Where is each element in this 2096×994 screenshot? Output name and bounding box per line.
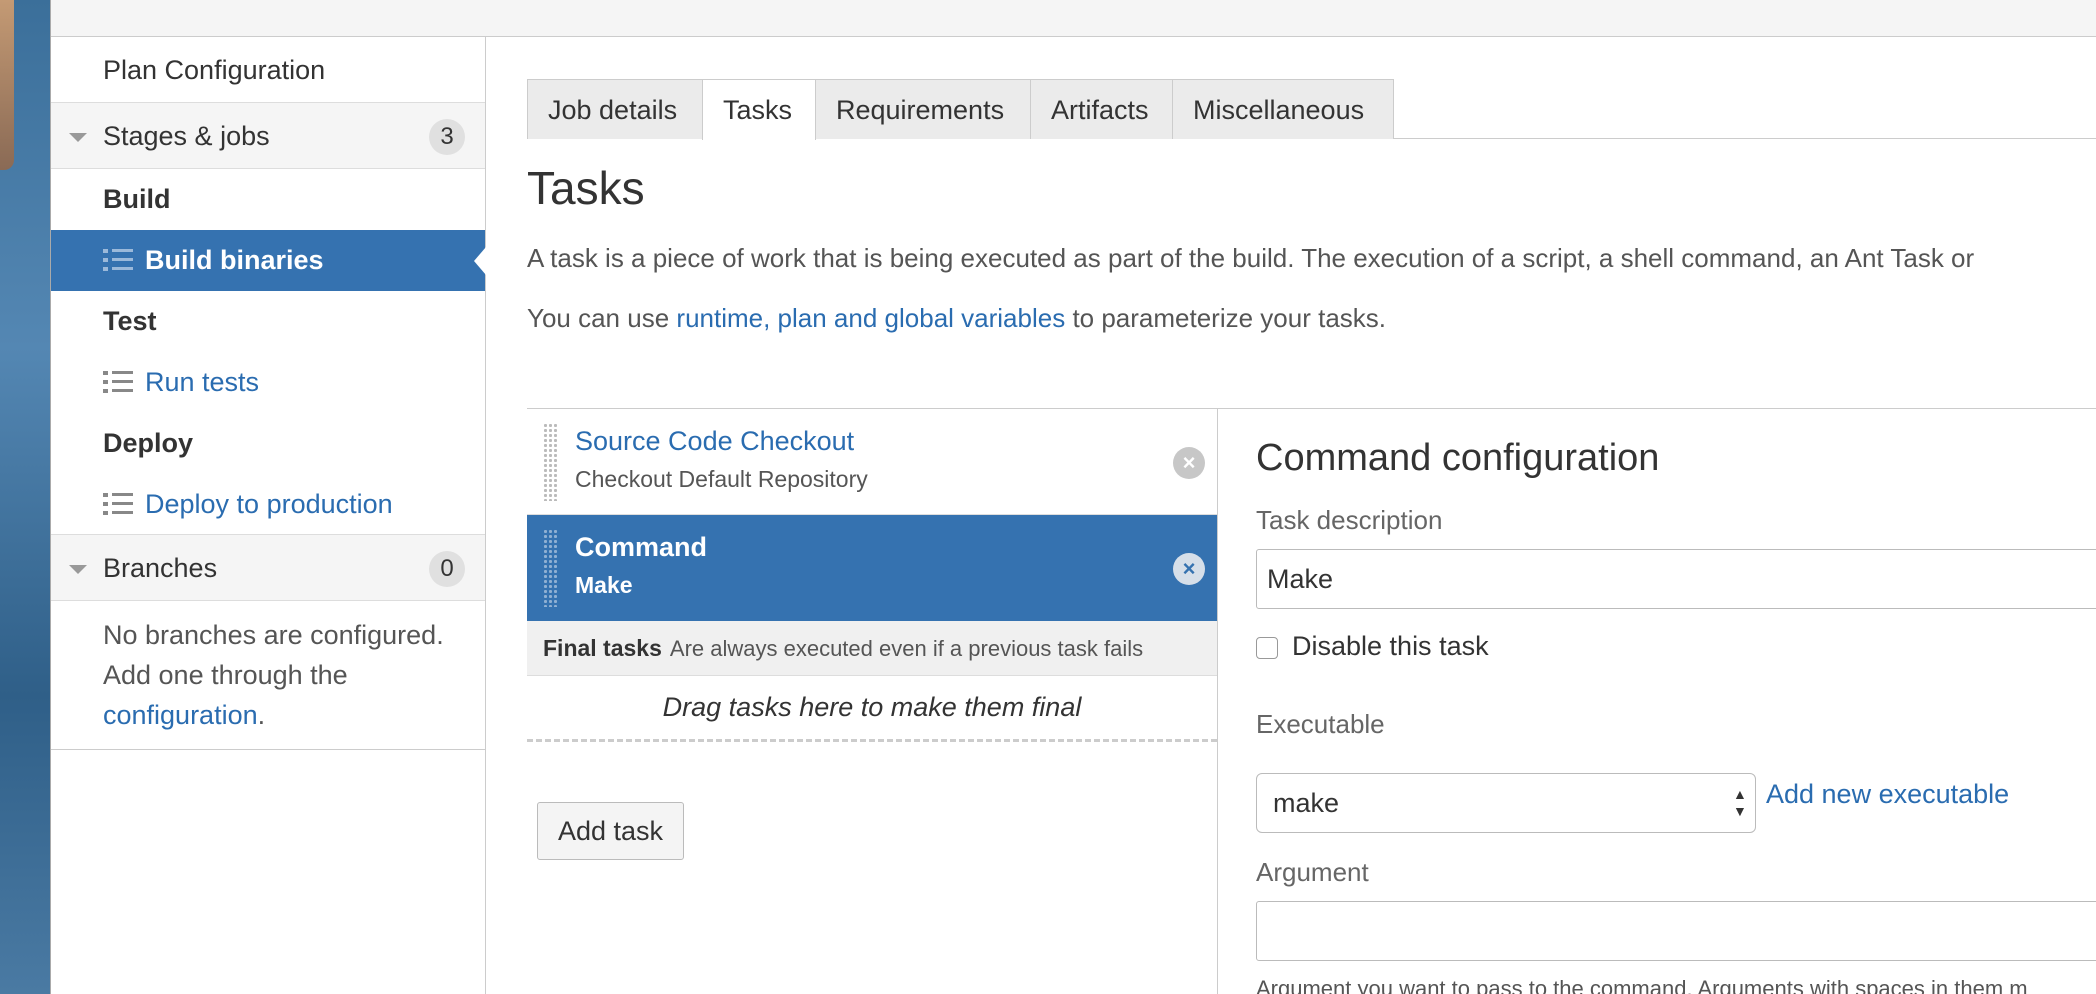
page-description: A task is a piece of work that is being … (527, 243, 1975, 273)
stages-count-badge: 3 (429, 119, 465, 155)
disable-task-checkbox[interactable] (1256, 636, 1278, 659)
task-item-command[interactable]: Command Make × (527, 515, 1217, 621)
plan-configuration-link[interactable]: Plan Configuration (51, 37, 485, 103)
job-list-icon (103, 371, 133, 393)
argument-label: Argument (1256, 857, 1369, 887)
final-tasks-drop-zone[interactable]: Drag tasks here to make them final (527, 676, 1217, 742)
command-configuration-panel: Command configuration Task description D… (1217, 408, 2096, 994)
branches-label: Branches (103, 553, 218, 583)
stage-deploy[interactable]: Deploy (51, 413, 485, 474)
task-list: Source Code Checkout Checkout Default Re… (527, 408, 1217, 994)
stage-build[interactable]: Build (51, 169, 485, 230)
remove-task-icon[interactable]: × (1173, 553, 1205, 585)
variables-link[interactable]: runtime, plan and global variables (676, 303, 1065, 333)
page-title: Tasks (527, 162, 645, 214)
variables-hint-prefix: You can use (527, 303, 670, 333)
sidebar: Plan Configuration Stages & jobs 3 Build… (51, 37, 486, 994)
select-arrows-icon: ▲ ▼ (1733, 786, 1747, 819)
task-subtitle: Make (575, 572, 633, 598)
job-label: Deploy to production (145, 489, 393, 519)
browser-window: Plan Configuration Stages & jobs 3 Build… (50, 0, 2096, 994)
task-description-label: Task description (1256, 505, 1443, 535)
job-list-icon (103, 493, 133, 515)
tab-job-details[interactable]: Job details (527, 79, 703, 139)
add-new-executable-link[interactable]: Add new executable (1766, 779, 2009, 810)
branches-note-text: No branches are configured. Add one thro… (103, 620, 444, 690)
caret-down-icon (69, 565, 87, 574)
main-content: Job details Tasks Requirements Artifacts… (487, 37, 2096, 994)
configuration-link[interactable]: configuration (103, 700, 258, 730)
job-build-binaries[interactable]: Build binaries (51, 230, 486, 291)
config-title: Command configuration (1256, 437, 1660, 479)
executable-value: make (1273, 788, 1340, 818)
stage-test[interactable]: Test (51, 291, 485, 352)
task-description-input[interactable] (1256, 549, 2096, 609)
disable-task-label: Disable this task (1292, 631, 1489, 661)
variables-hint-suffix: to parameterize your tasks. (1072, 303, 1387, 333)
drag-handle-icon[interactable] (543, 423, 557, 501)
disable-task-row[interactable]: Disable this task (1256, 631, 1489, 662)
task-title[interactable]: Source Code Checkout (575, 423, 1217, 459)
tab-tasks[interactable]: Tasks (702, 79, 816, 140)
executable-select[interactable]: make ▲ ▼ (1256, 773, 1756, 833)
desktop-background (0, 0, 50, 994)
tab-bar: Job details Tasks Requirements Artifacts… (527, 79, 2096, 140)
executable-label: Executable (1256, 709, 1385, 739)
argument-help-text: Argument you want to pass to the command… (1256, 976, 2028, 994)
variables-hint: You can use runtime, plan and global var… (527, 303, 1386, 334)
branches-section[interactable]: Branches 0 (51, 535, 485, 601)
branches-note-suffix: . (257, 700, 266, 730)
branches-note: No branches are configured. Add one thro… (51, 601, 485, 750)
task-item-source-code-checkout[interactable]: Source Code Checkout Checkout Default Re… (527, 409, 1217, 515)
task-title[interactable]: Command (575, 529, 1217, 565)
job-deploy-to-production[interactable]: Deploy to production (51, 474, 485, 535)
stages-jobs-section[interactable]: Stages & jobs 3 (51, 103, 485, 169)
tab-miscellaneous[interactable]: Miscellaneous (1172, 79, 1394, 139)
final-tasks-label: Final tasks (543, 635, 662, 661)
remove-task-icon[interactable]: × (1173, 447, 1205, 479)
caret-down-icon (69, 133, 87, 142)
branches-count-badge: 0 (429, 551, 465, 587)
argument-input[interactable] (1256, 901, 2096, 961)
tab-artifacts[interactable]: Artifacts (1030, 79, 1173, 139)
job-label: Build binaries (145, 245, 324, 275)
job-run-tests[interactable]: Run tests (51, 352, 485, 413)
job-list-icon (103, 249, 133, 271)
drag-handle-icon[interactable] (543, 529, 557, 607)
task-subtitle: Checkout Default Repository (575, 466, 868, 492)
tab-requirements[interactable]: Requirements (815, 79, 1031, 139)
final-tasks-header: Final tasks Are always executed even if a… (527, 621, 1217, 676)
final-tasks-description: Are always executed even if a previous t… (669, 636, 1144, 661)
stages-jobs-label: Stages & jobs (103, 121, 270, 151)
top-bar (51, 0, 2096, 37)
add-task-button[interactable]: Add task (537, 802, 685, 860)
job-label: Run tests (145, 367, 260, 397)
